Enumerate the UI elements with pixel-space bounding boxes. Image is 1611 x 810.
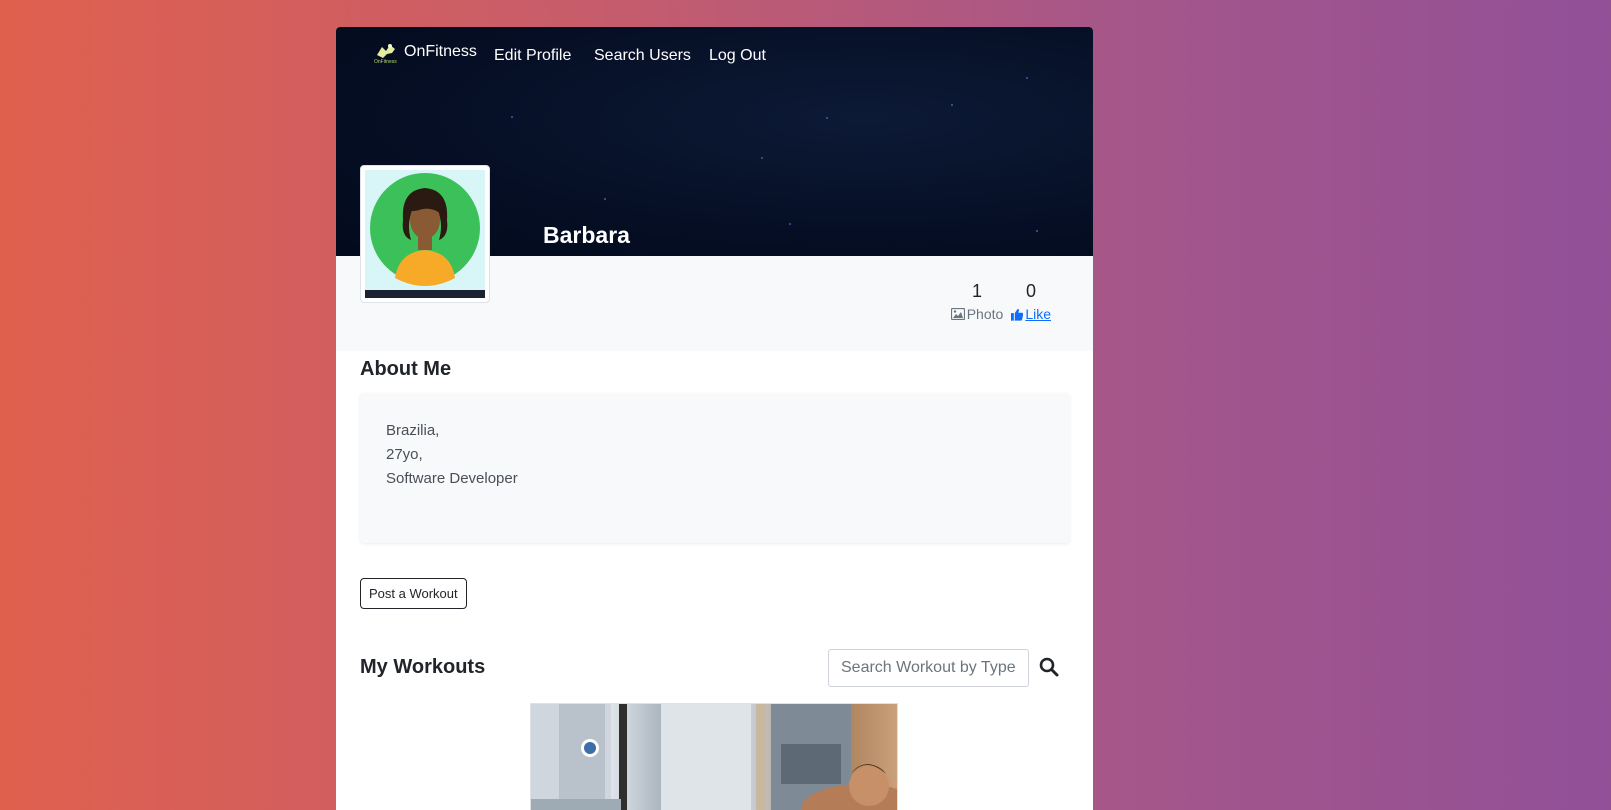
thumbs-up-icon — [1011, 308, 1024, 321]
image-icon — [950, 308, 965, 320]
about-me-box: Brazilia, 27yo, Software Developer — [360, 393, 1070, 543]
profile-card: OnFitness OnFitness Edit Profile Search … — [336, 27, 1093, 810]
about-me-title: About Me — [360, 358, 452, 380]
brand-name: OnFitness — [404, 43, 477, 60]
photos-label: Photo — [966, 306, 1004, 322]
about-line-job: Software Developer — [386, 470, 518, 487]
about-line-city: Brazilia, — [386, 422, 440, 439]
post-workout-button[interactable]: Post a Workout — [360, 578, 467, 609]
search-workout-input[interactable] — [828, 649, 1029, 687]
nav-log-out[interactable]: Log Out — [709, 47, 766, 65]
brand-logo-icon: OnFitness — [374, 43, 402, 67]
photos-stat: 1 Photo — [950, 281, 1004, 322]
avatar-watermark-strip — [365, 290, 485, 298]
search-icon[interactable] — [1038, 656, 1062, 680]
photos-count: 1 — [971, 281, 982, 301]
likes-label: Like — [1025, 306, 1051, 322]
nav-edit-profile[interactable]: Edit Profile — [494, 47, 571, 65]
my-workouts-title: My Workouts — [360, 656, 486, 678]
navbar: OnFitness OnFitness Edit Profile Search … — [336, 27, 1093, 87]
workout-photo[interactable] — [530, 703, 898, 810]
likes-link[interactable]: Like — [1011, 306, 1051, 322]
avatar — [360, 165, 490, 303]
brand-mini-text: OnFitness — [374, 59, 397, 65]
profile-name: Barbara — [543, 222, 630, 248]
likes-count: 0 — [1025, 281, 1036, 301]
photos-label-wrap: Photo — [950, 306, 1004, 322]
brand-link[interactable]: OnFitness OnFitness — [374, 43, 477, 67]
nav-search-users[interactable]: Search Users — [594, 47, 691, 65]
likes-stat: 0 Like — [1011, 281, 1051, 322]
about-line-age: 27yo, — [386, 446, 423, 463]
avatar-image — [365, 170, 485, 298]
